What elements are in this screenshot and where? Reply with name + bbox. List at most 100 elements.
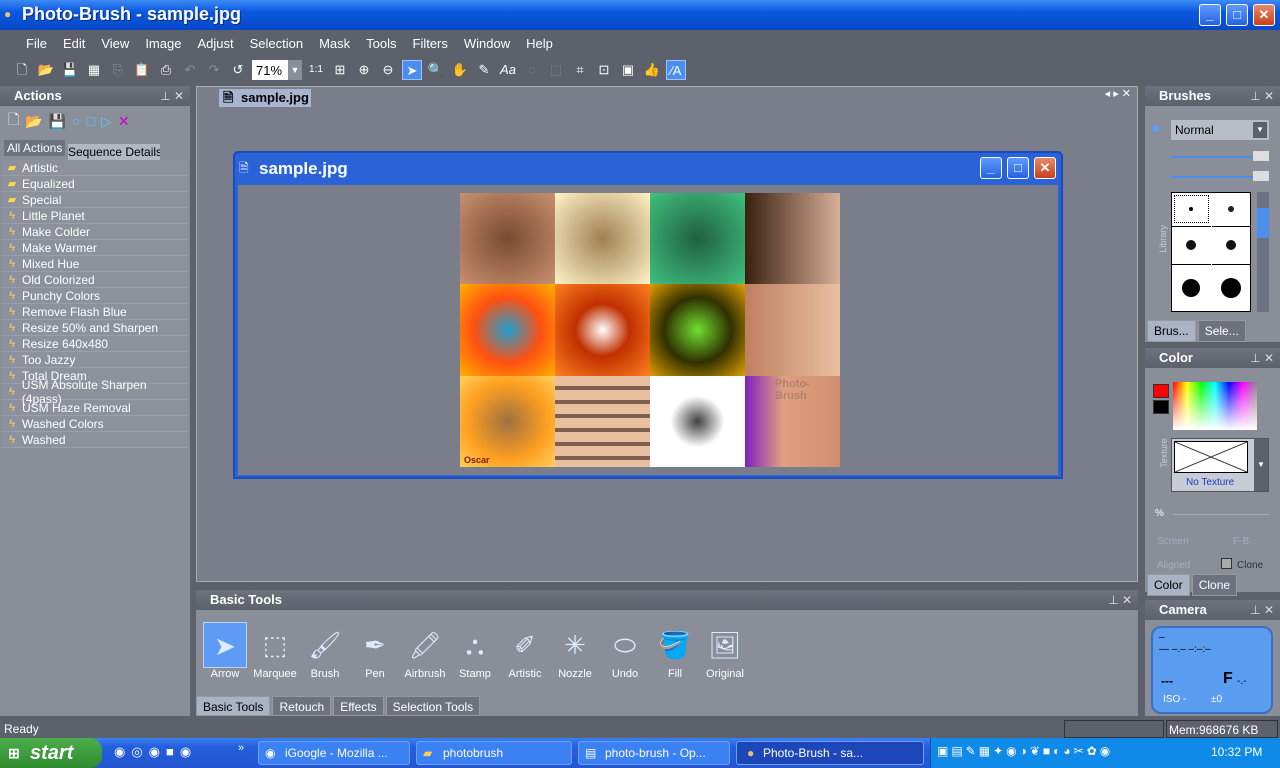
new-icon[interactable]: 🗋: [12, 60, 32, 80]
menu-help[interactable]: Help: [518, 36, 561, 51]
auto-icon[interactable]: ⁄A: [666, 60, 686, 80]
repeat-icon[interactable]: ↺: [228, 60, 248, 80]
tool-artistic[interactable]: ✐ Artistic: [500, 622, 550, 680]
clone-checkbox[interactable]: [1221, 558, 1232, 569]
canvas-size-icon[interactable]: ▣: [618, 60, 638, 80]
tab-brushes[interactable]: Brus...: [1147, 320, 1196, 342]
menu-adjust[interactable]: Adjust: [189, 36, 241, 51]
action-item[interactable]: ϟ Too Jazzy: [2, 352, 188, 368]
record-icon[interactable]: ○: [72, 113, 80, 129]
action-item[interactable]: ϟ Punchy Colors: [2, 288, 188, 304]
delete-icon[interactable]: ✕: [118, 113, 130, 130]
tool-airbrush[interactable]: 🖍 Airbrush: [400, 622, 450, 680]
color-spectrum[interactable]: [1173, 382, 1257, 430]
action-item[interactable]: ▰ Equalized: [2, 176, 188, 192]
stop-icon[interactable]: □: [87, 113, 95, 129]
action-item[interactable]: ϟ Little Planet: [2, 208, 188, 224]
menu-edit[interactable]: Edit: [55, 36, 93, 51]
action-item[interactable]: ϟ USM Absolute Sharpen (4pass): [2, 378, 188, 406]
opacity-slider-thumb[interactable]: [1253, 151, 1269, 161]
grid-icon[interactable]: ▦: [84, 60, 104, 80]
tab-color[interactable]: Color: [1147, 574, 1190, 596]
brush-preset[interactable]: [1172, 226, 1211, 263]
tool-fill[interactable]: 🪣 Fill: [650, 622, 700, 680]
menu-window[interactable]: Window: [456, 36, 518, 51]
doc-maximize-button[interactable]: □: [1007, 157, 1029, 179]
play-icon[interactable]: ▷: [101, 113, 112, 130]
zoom-select[interactable]: 71% ▼: [252, 60, 302, 80]
pin-close-icons[interactable]: ⊥ ✕: [1108, 590, 1132, 610]
brush-library-grid[interactable]: [1171, 192, 1251, 312]
open-action-icon[interactable]: 📂: [25, 113, 42, 130]
menu-filters[interactable]: Filters: [405, 36, 456, 51]
task-photobrush-folder[interactable]: ▰ photobrush: [416, 741, 572, 765]
tray-icons[interactable]: ▣▤✎▦✦◉◑❦■◐◕✂✿◉: [937, 744, 1113, 758]
action-item[interactable]: ϟ Mixed Hue: [2, 256, 188, 272]
pin-close-icons[interactable]: ⊥ ✕: [1250, 600, 1274, 620]
chevron-more-icon[interactable]: »: [238, 742, 244, 754]
lasso-icon[interactable]: ◌: [522, 60, 542, 80]
undo-icon[interactable]: ↶: [180, 60, 200, 80]
tab-effects[interactable]: Effects: [333, 696, 384, 716]
tab-all-actions[interactable]: All Actions: [4, 140, 66, 156]
menu-mask[interactable]: Mask: [311, 36, 358, 51]
save-icon[interactable]: 💾: [60, 60, 80, 80]
tab-basic-tools[interactable]: Basic Tools: [196, 696, 271, 716]
opacity-slider[interactable]: [1171, 156, 1263, 158]
open-icon[interactable]: 📂: [36, 60, 56, 80]
action-item[interactable]: ▰ Artistic: [2, 160, 188, 176]
tool-pen[interactable]: ✒ Pen: [350, 622, 400, 680]
crop-icon[interactable]: ⌗: [570, 60, 590, 80]
tab-clone[interactable]: Clone: [1191, 574, 1238, 596]
tool-arrow[interactable]: ➤ Arrow: [200, 622, 250, 680]
tab-selection-tools[interactable]: Selection Tools: [385, 696, 481, 716]
library-scrollbar[interactable]: [1257, 192, 1269, 312]
task-photo-brush[interactable]: ● Photo-Brush - sa...: [736, 741, 924, 765]
pin-close-icons[interactable]: ⊥ ✕: [160, 86, 184, 106]
action-item[interactable]: ϟ Washed: [2, 432, 188, 448]
doc-nav-close-icons[interactable]: ◂ ▸ ✕: [1105, 87, 1131, 100]
chevron-down-icon[interactable]: ▼: [288, 60, 302, 80]
copy-icon[interactable]: ⎘: [108, 60, 128, 80]
aligned-option[interactable]: Aligned: [1157, 560, 1190, 571]
zoom-in-icon[interactable]: ⊕: [354, 60, 374, 80]
action-item[interactable]: ϟ Resize 640x480: [2, 336, 188, 352]
action-item[interactable]: ϟ Remove Flash Blue: [2, 304, 188, 320]
texture-select[interactable]: No Texture ▼: [1171, 438, 1269, 492]
background-color-swatch[interactable]: [1153, 400, 1169, 414]
minimize-button[interactable]: _: [1199, 4, 1221, 26]
redo-icon[interactable]: ↷: [204, 60, 224, 80]
action-item[interactable]: ▰ Special: [2, 192, 188, 208]
brush-preset[interactable]: [1211, 226, 1250, 263]
task-igoogle[interactable]: ◉ iGoogle - Mozilla ...: [258, 741, 410, 765]
menu-file[interactable]: File: [18, 36, 55, 51]
menu-tools[interactable]: Tools: [358, 36, 404, 51]
menu-image[interactable]: Image: [137, 36, 189, 51]
thumb-icon[interactable]: 👍: [642, 60, 662, 80]
print-icon[interactable]: ⎙: [156, 60, 176, 80]
action-item[interactable]: ϟ Make Warmer: [2, 240, 188, 256]
blend-mode-select[interactable]: Normal ▼: [1171, 120, 1269, 140]
action-item[interactable]: ϟ Washed Colors: [2, 416, 188, 432]
arrow-tool-icon[interactable]: ➤: [402, 60, 422, 80]
task-photo-brush-office[interactable]: ▤ photo-brush - Op...: [578, 741, 730, 765]
new-action-icon[interactable]: 🗋: [8, 109, 19, 133]
maximize-button[interactable]: □: [1226, 4, 1248, 26]
fit-icon[interactable]: ⊞: [330, 60, 350, 80]
actual-size-button[interactable]: 1:1: [306, 60, 326, 80]
tool-marquee[interactable]: ⬚ Marquee: [250, 622, 300, 680]
save-action-icon[interactable]: 💾: [49, 113, 66, 130]
tool-stamp[interactable]: ⛬ Stamp: [450, 622, 500, 680]
brush-preset[interactable]: [1172, 264, 1211, 311]
fb-option[interactable]: F-B: [1233, 536, 1249, 547]
tool-brush[interactable]: 🖌 Brush: [300, 622, 350, 680]
menu-selection[interactable]: Selection: [242, 36, 311, 51]
pin-close-icons[interactable]: ⊥ ✕: [1250, 348, 1274, 368]
resize-icon[interactable]: ⊡: [594, 60, 614, 80]
tab-sample-jpg[interactable]: 🗎 sample.jpg: [219, 89, 311, 107]
pin-close-icons[interactable]: ⊥ ✕: [1250, 86, 1274, 106]
menu-view[interactable]: View: [93, 36, 137, 51]
action-item[interactable]: ϟ Resize 50% and Sharpen: [2, 320, 188, 336]
brush-preset[interactable]: [1212, 193, 1251, 225]
photo-image[interactable]: Oscar Photo-Brush: [460, 193, 840, 467]
